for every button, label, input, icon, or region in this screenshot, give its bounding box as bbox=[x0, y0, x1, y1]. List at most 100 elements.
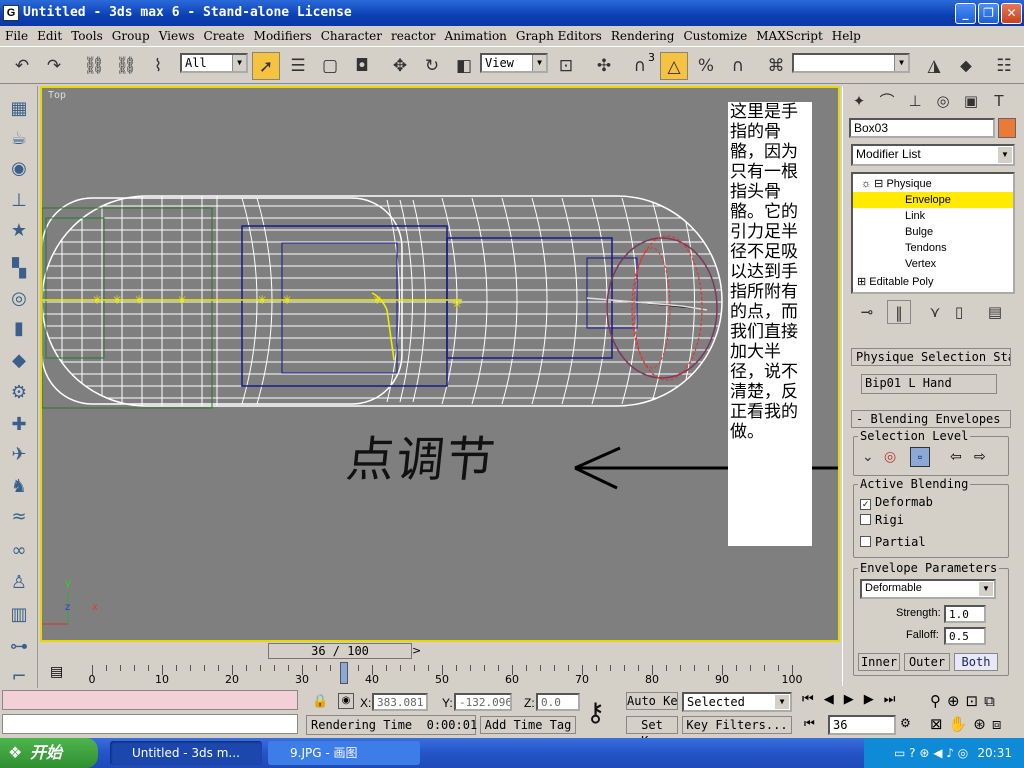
auto-key-button[interactable]: Auto Key bbox=[626, 692, 678, 710]
menu-help[interactable]: Help bbox=[827, 26, 865, 43]
create-tab-icon[interactable]: ✦ bbox=[847, 89, 871, 113]
menu-reactor[interactable]: reactor bbox=[386, 26, 440, 43]
task-3dsmax[interactable]: Untitled - 3ds m... bbox=[110, 741, 262, 765]
show-end-result-icon[interactable]: ‖ bbox=[887, 300, 911, 324]
envelope-level-icon[interactable]: ◎ bbox=[884, 449, 896, 465]
menu-group[interactable]: Group bbox=[107, 26, 154, 43]
stack-item-tendons[interactable]: Tendons bbox=[853, 240, 1013, 256]
stack-item-physique[interactable]: ☼ ⊟ Physique bbox=[853, 176, 1013, 192]
envelope-type-dropdown[interactable]: Deformable ▼ bbox=[860, 579, 996, 599]
viewport-nav-controls-2[interactable]: ⊠✋⊛⧈ bbox=[930, 715, 1007, 733]
reference-coord-dropdown[interactable]: View ▼ bbox=[480, 53, 548, 73]
time-config-icon[interactable]: ⚙ bbox=[900, 716, 911, 730]
layer-manager-icon[interactable]: ☷ bbox=[990, 52, 1018, 80]
select-object-icon[interactable]: ➚ bbox=[252, 52, 280, 80]
checker-icon[interactable]: ▚ bbox=[6, 256, 32, 282]
maxscript-listener-mini[interactable] bbox=[2, 690, 298, 710]
select-by-name-icon[interactable]: ☰ bbox=[284, 52, 312, 80]
sphere-icon[interactable]: ◉ bbox=[6, 156, 32, 182]
remove-modifier-icon[interactable]: ▯ bbox=[947, 300, 971, 324]
tube-icon[interactable]: ◆ bbox=[6, 348, 32, 374]
menu-edit[interactable]: Edit bbox=[32, 26, 66, 43]
bind-space-warp-icon[interactable]: ⌇ bbox=[144, 52, 172, 80]
tray-icons[interactable]: ▭ ? ⊛ ◀ ♪ ◎ bbox=[894, 738, 968, 768]
absolute-mode-icon[interactable]: ◉ bbox=[338, 693, 354, 709]
minimize-button[interactable]: _ bbox=[955, 3, 976, 24]
current-frame-field[interactable]: 36 bbox=[828, 715, 896, 735]
utilities-tab-icon[interactable]: T bbox=[987, 89, 1011, 113]
torus-icon[interactable]: ◎ bbox=[6, 286, 32, 312]
angle-snap-icon[interactable]: △ bbox=[660, 52, 688, 80]
menu-views[interactable]: Views bbox=[154, 26, 199, 43]
stack-item-editable-poly[interactable]: ⊞ Editable Poly bbox=[853, 274, 1013, 290]
outer-button[interactable]: Outer bbox=[904, 653, 950, 671]
make-unique-icon[interactable]: ⋎ bbox=[923, 300, 947, 324]
spinner-snap-icon[interactable]: ∩ bbox=[724, 52, 752, 80]
cone-icon[interactable]: ⊥ bbox=[6, 188, 32, 214]
manipulate-icon[interactable]: ✣ bbox=[590, 52, 618, 80]
x-coordinate-field[interactable]: 383.081 bbox=[372, 693, 428, 711]
rollout-blending-envelopes[interactable]: - Blending Envelopes bbox=[851, 410, 1011, 428]
rigid-checkbox[interactable]: Rigi bbox=[860, 513, 904, 527]
unlink-icon[interactable]: ⛓ bbox=[112, 52, 140, 80]
rotate-icon[interactable]: ↻ bbox=[418, 52, 446, 80]
stack-item-link[interactable]: Link bbox=[853, 208, 1013, 224]
deformable-checkbox[interactable]: ✓ Deformab bbox=[860, 495, 933, 510]
falloff-spinner[interactable]: 0.5 bbox=[944, 627, 986, 645]
hierarchy-tab-icon[interactable]: ⊥ bbox=[903, 89, 927, 113]
object-name-field[interactable]: Box03 bbox=[849, 118, 995, 138]
box-small-icon[interactable]: ▥ bbox=[6, 602, 32, 628]
partial-checkbox[interactable]: Partial bbox=[860, 535, 926, 549]
modifier-stack[interactable]: ☼ ⊟ Physique Envelope Link Bulge Tendons… bbox=[851, 172, 1015, 294]
menu-maxscript[interactable]: MAXScript bbox=[751, 26, 827, 43]
expand-icon[interactable]: ⊞ bbox=[857, 276, 866, 288]
timeline-current-marker[interactable] bbox=[340, 662, 348, 684]
key-mode-toggle-icon[interactable]: ⏮ bbox=[804, 716, 815, 731]
rollout-selection-status[interactable]: Physique Selection Status bbox=[851, 348, 1011, 366]
link-level-icon[interactable]: ⌄ bbox=[862, 449, 874, 465]
key-icon[interactable]: ⚷ bbox=[586, 698, 605, 728]
plane-icon[interactable]: ✈ bbox=[6, 442, 32, 468]
mirror-icon[interactable]: ◮ bbox=[920, 52, 948, 80]
percent-snap-icon[interactable]: % bbox=[692, 52, 720, 80]
move-icon[interactable]: ✥ bbox=[386, 52, 414, 80]
y-coordinate-field[interactable]: -132.096 bbox=[454, 693, 512, 711]
link-icon[interactable]: ⊶ bbox=[6, 634, 32, 660]
menu-graph-editors[interactable]: Graph Editors bbox=[511, 26, 606, 43]
align-icon[interactable]: ⬥ bbox=[952, 52, 980, 80]
vertex-level-icon[interactable]: ▫ bbox=[910, 447, 930, 467]
star-icon[interactable]: ★ bbox=[6, 218, 32, 244]
wave-icon[interactable]: ≈ bbox=[6, 504, 32, 530]
next-frame-arrow[interactable]: > bbox=[412, 644, 421, 657]
next-arrow-icon[interactable]: ⇨ bbox=[974, 449, 986, 465]
add-time-tag-button[interactable]: Add Time Tag bbox=[480, 716, 576, 734]
modify-tab-icon[interactable]: ⌒ bbox=[875, 89, 899, 113]
close-button[interactable]: ✕ bbox=[1001, 3, 1022, 24]
z-coordinate-field[interactable]: 0.0 bbox=[536, 693, 580, 711]
lock-icon[interactable]: 🔒 bbox=[312, 694, 328, 709]
collapse-icon[interactable]: ⊟ bbox=[874, 178, 883, 190]
stack-item-envelope[interactable]: Envelope bbox=[853, 192, 1013, 208]
track-bar[interactable]: 0 10 20 30 40 50 60 70 80 90 100 bbox=[82, 662, 838, 686]
rect-selection-icon[interactable]: ▢ bbox=[316, 52, 344, 80]
trackbar-menu-icon[interactable]: ▤ bbox=[50, 664, 70, 682]
key-filters-button[interactable]: Key Filters... bbox=[682, 716, 792, 734]
stack-item-vertex[interactable]: Vertex bbox=[853, 256, 1013, 272]
pivot-center-icon[interactable]: ⊡ bbox=[552, 52, 580, 80]
viewport-top[interactable]: Top ✳ ✳ ✳ ✳ ✳ ✳ ✳ ✳ y x z 这里是手指的骨骼，因为只有一… bbox=[40, 86, 840, 642]
inner-button[interactable]: Inner bbox=[858, 653, 900, 671]
menu-animation[interactable]: Animation bbox=[440, 26, 511, 43]
key-mode-dropdown[interactable]: Selected ▼ bbox=[682, 692, 792, 712]
redo-icon[interactable]: ↷ bbox=[40, 52, 68, 80]
lightbulb-icon[interactable]: ☼ bbox=[861, 178, 871, 190]
knot-icon[interactable]: ∞ bbox=[6, 538, 32, 564]
tool-icon[interactable]: ✚ bbox=[6, 412, 32, 438]
pin-stack-icon[interactable]: ⊸ bbox=[855, 300, 879, 324]
prev-arrow-icon[interactable]: ⇦ bbox=[950, 449, 962, 465]
menu-rendering[interactable]: Rendering bbox=[606, 26, 679, 43]
boot-icon[interactable]: ⌐ bbox=[6, 664, 32, 690]
task-paint[interactable]: 9.JPG - 画图 bbox=[268, 741, 420, 765]
configure-sets-icon[interactable]: ▤ bbox=[983, 300, 1007, 324]
undo-icon[interactable]: ↶ bbox=[8, 52, 36, 80]
named-selection-dropdown[interactable]: ▼ bbox=[792, 53, 910, 73]
